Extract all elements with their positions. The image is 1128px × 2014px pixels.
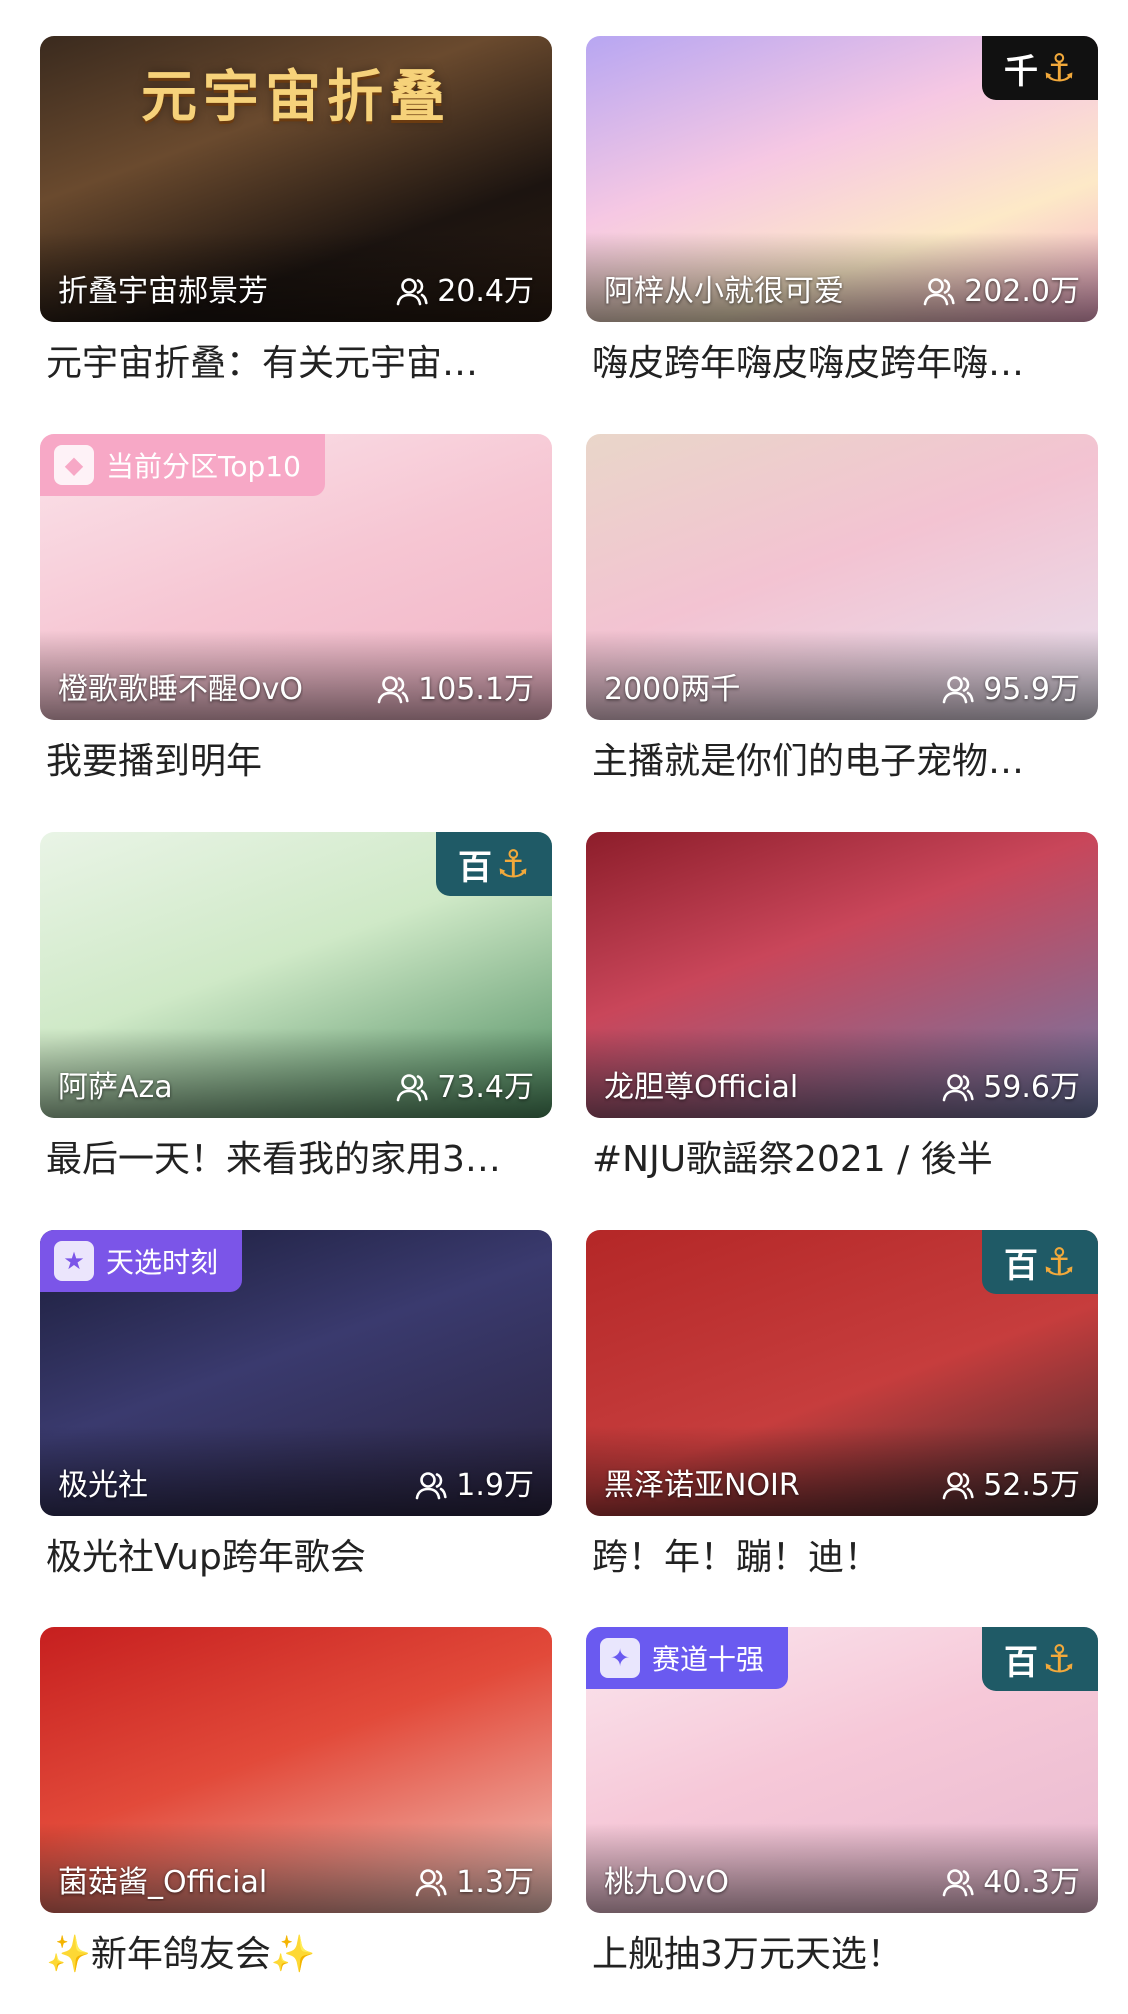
live-room-card[interactable]: 龙胆尊Official 59.6万 #NJU歌謡祭2021 / 後半 xyxy=(586,832,1098,1182)
anchor-level-text: 百 xyxy=(1003,1245,1038,1286)
viewer-count-text: 59.6万 xyxy=(983,1070,1080,1105)
live-thumbnail[interactable]: 菌菇酱_Official 1.3万 xyxy=(40,1627,552,1913)
viewer-count: 52.5万 xyxy=(941,1468,1080,1504)
room-title[interactable]: 最后一天！来看我的家用3… xyxy=(46,1138,552,1182)
anchor-level-badge: 百 ⚓ xyxy=(436,832,552,896)
room-title[interactable]: 上舰抽3万元天选！ xyxy=(592,1933,1098,1977)
viewers-icon xyxy=(415,1472,447,1500)
streamer-name: 龙胆尊Official xyxy=(604,1070,799,1105)
anchor-icon: ⚓ xyxy=(1041,1637,1077,1681)
live-room-card[interactable]: 千 ⚓ 阿梓从小就很可爱 202.0万 嗨皮跨年嗨皮嗨皮跨年嗨… xyxy=(586,36,1098,386)
live-thumbnail[interactable]: 龙胆尊Official 59.6万 xyxy=(586,832,1098,1118)
room-title[interactable]: ✨新年鸽友会✨ xyxy=(46,1933,552,1977)
promo-tag-badge: ✦ 赛道十强 xyxy=(586,1627,789,1689)
viewers-icon xyxy=(415,1869,447,1897)
viewers-icon xyxy=(942,1074,974,1102)
promo-tag-badge: ◆ 当前分区Top10 xyxy=(40,434,325,496)
viewer-count-text: 20.4万 xyxy=(437,274,534,309)
viewer-count-text: 1.3万 xyxy=(456,1865,534,1900)
ticket-icon: ★ xyxy=(54,1241,94,1281)
live-thumbnail[interactable]: 百 ⚓ ✦ 赛道十强 桃九OvO 40.3万 xyxy=(586,1627,1098,1913)
promo-tag-label: 当前分区Top10 xyxy=(106,450,301,483)
viewer-count-text: 202.0万 xyxy=(964,274,1080,309)
viewer-count-text: 40.3万 xyxy=(983,1865,1080,1900)
viewers-icon xyxy=(396,278,428,306)
viewers-icon xyxy=(942,1472,974,1500)
anchor-level-text: 百 xyxy=(457,847,492,888)
viewer-count: 1.3万 xyxy=(414,1865,534,1901)
viewer-count-text: 52.5万 xyxy=(983,1468,1080,1503)
anchor-icon: ⚓ xyxy=(1041,46,1077,90)
live-thumbnail[interactable]: 千 ⚓ 阿梓从小就很可爱 202.0万 xyxy=(586,36,1098,322)
viewers-icon xyxy=(942,1869,974,1897)
live-room-grid: 元宇宙折叠折叠宇宙郝景芳 20.4万 元宇宙折叠：有关元宇宙… 千 ⚓ 阿梓从小… xyxy=(0,0,1128,2014)
viewer-count: 73.4万 xyxy=(395,1070,534,1106)
thumbnail-art-title: 元宇宙折叠 xyxy=(141,65,451,130)
anchor-level-text: 千 xyxy=(1003,51,1038,92)
anchor-icon: ⚓ xyxy=(1041,1240,1077,1284)
anchor-icon: ⚓ xyxy=(495,842,531,886)
viewer-count-text: 73.4万 xyxy=(437,1070,534,1105)
live-room-card[interactable]: ★ 天选时刻 极光社 1.9万 极光社Vup跨年歌会 xyxy=(40,1230,552,1580)
live-thumbnail[interactable]: 2000两千 95.9万 xyxy=(586,434,1098,720)
room-title[interactable]: 我要播到明年 xyxy=(46,740,552,784)
anchor-level-text: 百 xyxy=(1003,1642,1038,1683)
room-title[interactable]: 元宇宙折叠：有关元宇宙… xyxy=(46,342,552,386)
streamer-name: 阿梓从小就很可爱 xyxy=(604,274,844,309)
live-thumbnail[interactable]: 百 ⚓ 阿萨Aza 73.4万 xyxy=(40,832,552,1118)
live-room-card[interactable]: 元宇宙折叠折叠宇宙郝景芳 20.4万 元宇宙折叠：有关元宇宙… xyxy=(40,36,552,386)
live-thumbnail[interactable]: ◆ 当前分区Top10 橙歌歌睡不醒OvO 105.1万 xyxy=(40,434,552,720)
viewers-icon xyxy=(923,278,955,306)
streamer-name: 黑泽诺亚NOIR xyxy=(604,1468,800,1503)
anchor-level-badge: 百 ⚓ xyxy=(982,1627,1098,1691)
viewer-count: 20.4万 xyxy=(395,274,534,310)
promo-tag-badge: ★ 天选时刻 xyxy=(40,1230,243,1292)
streamer-name: 桃九OvO xyxy=(604,1865,729,1900)
viewer-count: 202.0万 xyxy=(922,274,1080,310)
promo-tag-label: 天选时刻 xyxy=(106,1246,219,1279)
anchor-level-badge: 千 ⚓ xyxy=(982,36,1098,100)
viewers-icon xyxy=(377,676,409,704)
live-thumbnail[interactable]: 百 ⚓ 黑泽诺亚NOIR 52.5万 xyxy=(586,1230,1098,1516)
live-thumbnail[interactable]: 元宇宙折叠折叠宇宙郝景芳 20.4万 xyxy=(40,36,552,322)
star-icon: ✦ xyxy=(600,1638,640,1678)
viewer-count-text: 95.9万 xyxy=(983,672,1080,707)
room-title[interactable]: 嗨皮跨年嗨皮嗨皮跨年嗨… xyxy=(592,342,1098,386)
viewers-icon xyxy=(942,676,974,704)
streamer-name: 折叠宇宙郝景芳 xyxy=(58,274,268,309)
live-room-card[interactable]: 百 ⚓ 黑泽诺亚NOIR 52.5万 跨！年！蹦！迪！ xyxy=(586,1230,1098,1580)
streamer-name: 橙歌歌睡不醒OvO xyxy=(58,672,303,707)
live-room-card[interactable]: 菌菇酱_Official 1.3万 ✨新年鸽友会✨ xyxy=(40,1627,552,1977)
live-room-card[interactable]: 百 ⚓ ✦ 赛道十强 桃九OvO 40.3万 上舰抽3万元天选！ xyxy=(586,1627,1098,1977)
viewer-count: 40.3万 xyxy=(941,1865,1080,1901)
room-title[interactable]: 主播就是你们的电子宠物… xyxy=(592,740,1098,784)
streamer-name: 2000两千 xyxy=(604,672,741,707)
live-room-card[interactable]: 百 ⚓ 阿萨Aza 73.4万 最后一天！来看我的家用3… xyxy=(40,832,552,1182)
live-thumbnail[interactable]: ★ 天选时刻 极光社 1.9万 xyxy=(40,1230,552,1516)
room-title[interactable]: 极光社Vup跨年歌会 xyxy=(46,1536,552,1580)
viewer-count: 1.9万 xyxy=(414,1468,534,1504)
viewer-count-text: 105.1万 xyxy=(418,672,534,707)
room-title[interactable]: 跨！年！蹦！迪！ xyxy=(592,1536,1098,1580)
live-room-card[interactable]: 2000两千 95.9万 主播就是你们的电子宠物… xyxy=(586,434,1098,784)
viewer-count: 59.6万 xyxy=(941,1070,1080,1106)
viewer-count: 105.1万 xyxy=(376,672,534,708)
streamer-name: 阿萨Aza xyxy=(58,1070,173,1105)
live-room-card[interactable]: ◆ 当前分区Top10 橙歌歌睡不醒OvO 105.1万 我要播到明年 xyxy=(40,434,552,784)
rank-icon: ◆ xyxy=(54,445,94,485)
room-title[interactable]: #NJU歌謡祭2021 / 後半 xyxy=(592,1138,1098,1182)
anchor-level-badge: 百 ⚓ xyxy=(982,1230,1098,1294)
streamer-name: 极光社 xyxy=(58,1468,148,1503)
viewers-icon xyxy=(396,1074,428,1102)
promo-tag-label: 赛道十强 xyxy=(652,1643,765,1676)
viewer-count-text: 1.9万 xyxy=(456,1468,534,1503)
streamer-name: 菌菇酱_Official xyxy=(58,1865,268,1900)
viewer-count: 95.9万 xyxy=(941,672,1080,708)
